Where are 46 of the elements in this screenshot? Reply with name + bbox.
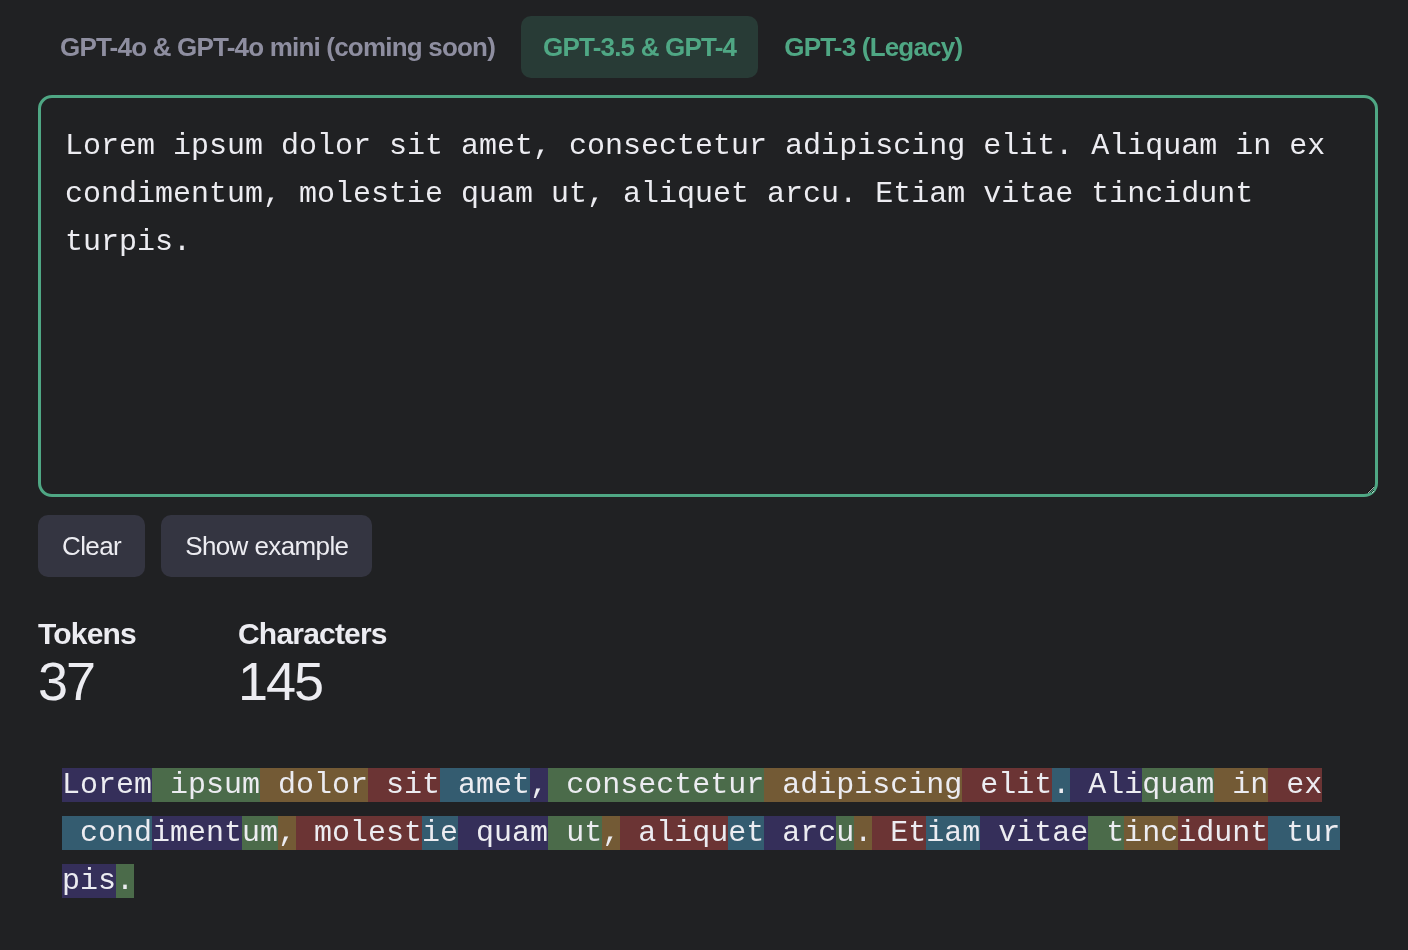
model-tab[interactable]: GPT-3 (Legacy) — [762, 16, 985, 78]
token-chip: adipiscing — [764, 768, 963, 802]
token-chip: dolor — [260, 768, 369, 802]
token-chip: ie — [422, 816, 459, 850]
token-chip: iam — [926, 816, 981, 850]
token-chip: et — [728, 816, 765, 850]
token-chip: . — [116, 864, 135, 898]
token-chip: vitae — [980, 816, 1089, 850]
token-chip: aliqu — [620, 816, 729, 850]
token-chip: tur — [1268, 816, 1341, 850]
token-chip: , — [602, 816, 621, 850]
token-chip: quam — [1142, 768, 1215, 802]
token-chip: sit — [368, 768, 441, 802]
token-chip: um — [242, 816, 279, 850]
token-chip: iment — [152, 816, 243, 850]
stat-value: 145 — [238, 651, 324, 711]
token-chip: , — [530, 768, 549, 802]
token-chip: ipsum — [152, 768, 261, 802]
model-tab[interactable]: GPT-3.5 & GPT-4 — [521, 16, 759, 78]
token-chip: ut — [548, 816, 603, 850]
token-chip: , — [278, 816, 297, 850]
token-chip: elit — [962, 768, 1053, 802]
text-input[interactable]: Lorem ipsum dolor sit amet, consectetur adipiscing elit. Aliquam in ex condimentum, molestie quam ut, aliquet arcu. Etiam vitae tincidunt turpis. — [38, 95, 1378, 497]
token-chip: cond — [62, 816, 152, 850]
stat-value: 37 — [38, 651, 96, 711]
token-chip: . — [1052, 768, 1071, 802]
token-chip: u — [836, 816, 855, 850]
token-chip: pis — [62, 864, 116, 898]
token-chip: arc — [764, 816, 837, 850]
token-chip: molest — [296, 816, 423, 850]
action-button[interactable]: Clear — [38, 515, 146, 577]
token-chip: Ali — [1070, 768, 1143, 802]
token-chip: in — [1214, 768, 1269, 802]
stat-label: Tokens — [38, 617, 137, 651]
token-chip: idunt — [1178, 816, 1269, 850]
token-chip: . — [854, 816, 873, 850]
token-chip: t — [1088, 816, 1125, 850]
stat-label: Characters — [238, 617, 388, 651]
token-chip: consectetur — [548, 768, 765, 802]
token-chip: quam — [458, 816, 549, 850]
token-chip: ex — [1268, 768, 1323, 802]
token-chip: Lorem — [62, 768, 152, 802]
token-chip: inc — [1124, 816, 1179, 850]
token-chip: Et — [872, 816, 927, 850]
action-button[interactable]: Show example — [161, 515, 373, 577]
token-chip: amet — [440, 768, 531, 802]
